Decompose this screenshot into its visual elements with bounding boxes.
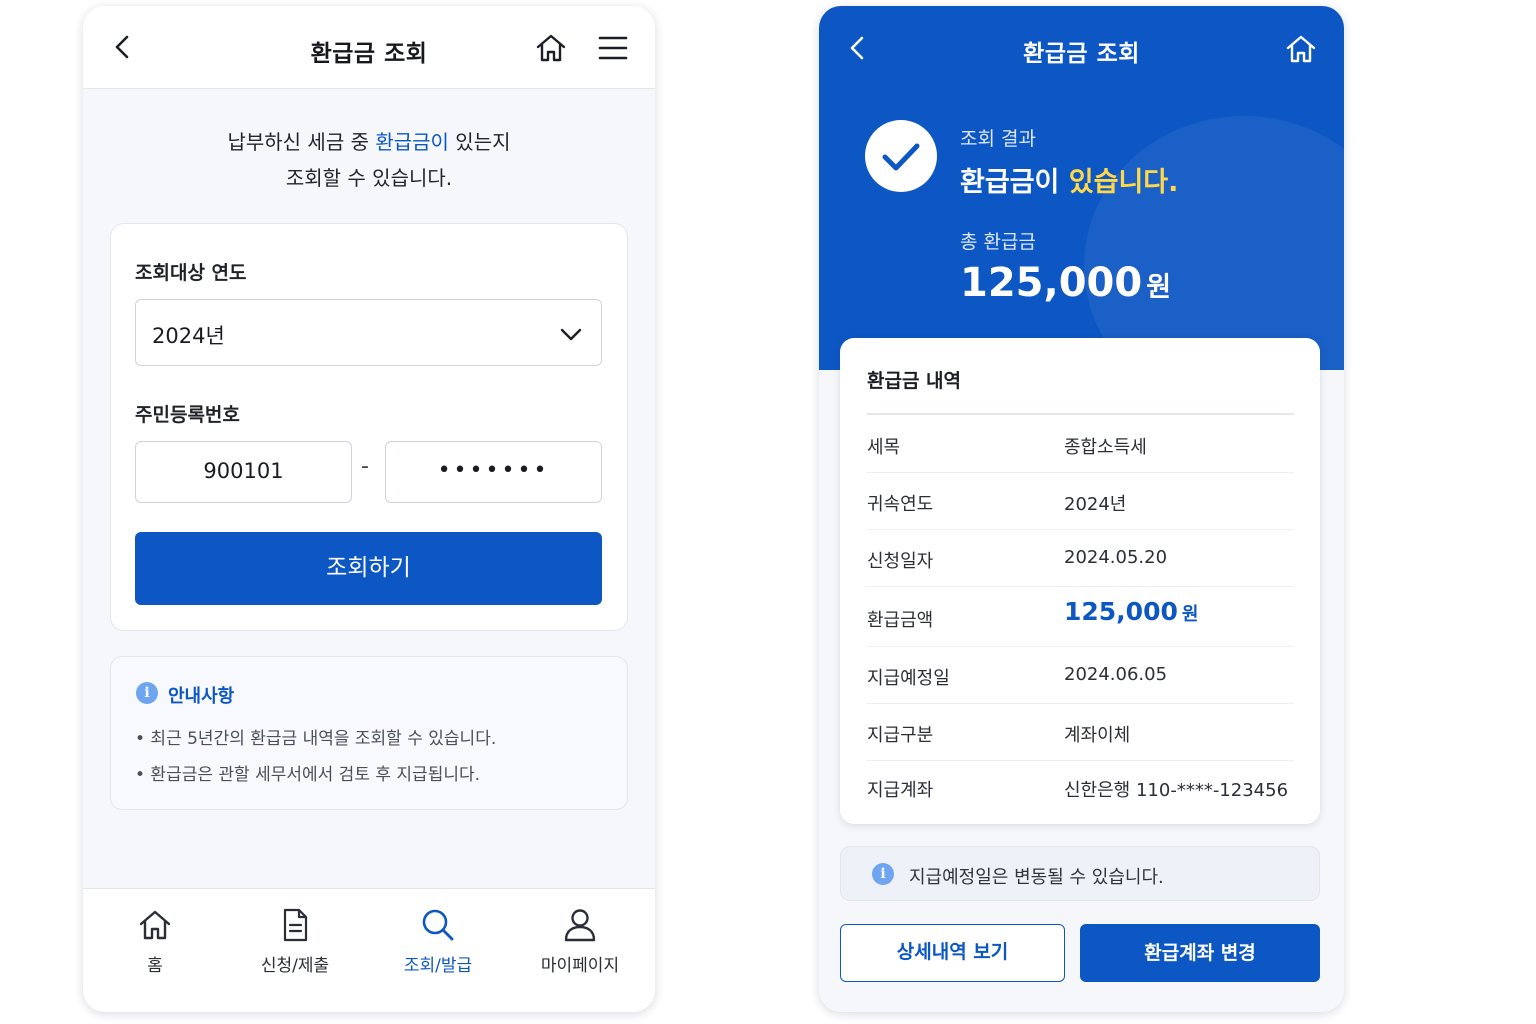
detail-value: 2024.06.05 <box>1064 664 1168 685</box>
chevron-down-icon <box>560 328 582 341</box>
result-label: 조회 결과 <box>960 128 1036 150</box>
id-back-input[interactable]: ••••••• <box>385 441 602 503</box>
intro-prefix: 납부하신 세금 중 <box>227 130 376 154</box>
id-separator: - <box>361 454 369 479</box>
amount-unit: 원 <box>1181 604 1199 625</box>
nav-item-inquiry[interactable]: 조회/발급 <box>368 907 508 976</box>
year-select-value: 2024년 <box>152 324 225 348</box>
year-select[interactable]: 2024년 <box>135 299 602 366</box>
detail-key: 신청일자 <box>867 551 934 572</box>
query-button[interactable]: 조회하기 <box>135 532 602 605</box>
home-icon <box>139 910 171 940</box>
change-account-button[interactable]: 환급계좌 변경 <box>1080 924 1320 982</box>
detail-value: 2024.05.20 <box>1064 547 1168 568</box>
divider <box>867 413 1294 415</box>
detail-key: 환급금액 <box>867 610 934 631</box>
detail-value: 계좌이체 <box>1064 725 1131 746</box>
detail-row: 지급예정일 2024.06.05 <box>867 647 1294 704</box>
detail-value: 종합소득세 <box>1064 437 1147 458</box>
nav-label: 조회/발급 <box>403 956 473 976</box>
info-icon: i <box>872 863 894 885</box>
document-icon <box>283 908 308 942</box>
notice-title: 안내사항 <box>168 686 235 707</box>
detail-title: 환급금 내역 <box>867 370 962 392</box>
nav-label: 신청/제출 <box>260 956 330 976</box>
result-highlight: 있습니다. <box>1068 167 1179 198</box>
result-hero: 환급금 조회 조회 결과 환급금이 있습니다. 총 환급금 125,000 원 <box>819 6 1344 370</box>
detail-row: 지급구분 계좌이체 <box>867 704 1294 761</box>
home-icon[interactable] <box>1285 33 1317 65</box>
home-icon[interactable] <box>535 32 567 64</box>
nav-label: 마이페이지 <box>540 956 620 976</box>
query-form-card: 조회대상 연도 2024년 주민등록번호 900101 - ••••••• 조회… <box>110 223 628 631</box>
year-label: 조회대상 연도 <box>135 262 247 284</box>
info-icon: i <box>136 682 158 704</box>
detail-row: 귀속연도 2024년 <box>867 473 1294 530</box>
detail-value: 2024년 <box>1064 494 1127 515</box>
refund-detail-card: 환급금 내역 세목 종합소득세 귀속연도 2024년 신청일자 2024.05.… <box>840 338 1320 824</box>
nav-item-mypage[interactable]: 마이페이지 <box>510 907 650 976</box>
detail-key: 세목 <box>867 437 901 458</box>
decorative-wave <box>1084 116 1344 370</box>
id-label: 주민등록번호 <box>135 404 240 426</box>
intro-line-2: 조회할 수 있습니다. <box>285 166 453 190</box>
notice-item: • 환급금은 관할 세무서에서 검토 후 지급됩니다. <box>135 765 481 785</box>
bottom-nav: 홈 신청/제출 조회/발급 마이페이지 <box>83 888 655 1012</box>
intro-suffix: 있는지 <box>448 130 511 154</box>
detail-row: 신청일자 2024.05.20 <box>867 530 1294 587</box>
refund-amount-value: 125,000 원 <box>1064 597 1198 626</box>
total-amount: 125,000 원 <box>960 260 1171 306</box>
page-title: 환급금 조회 <box>310 41 428 67</box>
notice-item: • 최근 5년간의 환급금 내역을 조회할 수 있습니다. <box>135 729 497 749</box>
detail-row: 세목 종합소득세 <box>867 416 1294 473</box>
notice-text: 지급예정일은 변동될 수 있습니다. <box>909 867 1164 888</box>
intro-text: 납부하신 세금 중 환급금이 있는지 조회할 수 있습니다. <box>83 124 655 196</box>
detail-value: 신한은행 110-****-123456 <box>1064 780 1289 801</box>
detail-key: 지급구분 <box>867 725 934 746</box>
intro-accent: 환급금이 <box>375 130 449 154</box>
result-message: 환급금이 있습니다. <box>960 160 1178 199</box>
intro-line-1: 납부하신 세금 중 환급금이 있는지 <box>83 124 655 160</box>
id-front-input[interactable]: 900101 <box>135 441 352 503</box>
detail-key: 지급예정일 <box>867 668 950 689</box>
search-icon <box>422 909 454 941</box>
detail-key: 지급계좌 <box>867 780 934 801</box>
total-amount-unit: 원 <box>1146 272 1172 303</box>
total-label: 총 환급금 <box>960 231 1036 253</box>
result-screen: 환급금 조회 조회 결과 환급금이 있습니다. 총 환급금 125,000 원 환… <box>819 6 1344 1012</box>
page-title: 환급금 조회 <box>1023 41 1140 67</box>
amount-number: 125,000 <box>1064 597 1178 626</box>
app-header: 환급금 조회 <box>83 6 655 89</box>
total-amount-value: 125,000 <box>960 260 1143 306</box>
notice-card: i 안내사항 • 최근 5년간의 환급금 내역을 조회할 수 있습니다. • 환… <box>110 656 628 810</box>
detail-row: 환급금액 125,000 원 <box>867 587 1294 647</box>
nav-item-home[interactable]: 홈 <box>85 907 225 976</box>
nav-label: 홈 <box>147 956 163 976</box>
check-icon <box>865 120 937 192</box>
view-detail-button[interactable]: 상세내역 보기 <box>840 924 1065 982</box>
detail-key: 귀속연도 <box>867 494 934 515</box>
result-prefix: 환급금이 <box>960 167 1069 198</box>
hamburger-menu-icon[interactable] <box>598 34 628 62</box>
detail-row: 지급계좌 신한은행 110-****-123456 <box>867 759 1294 816</box>
nav-item-apply[interactable]: 신청/제출 <box>225 907 365 976</box>
user-icon <box>564 909 596 942</box>
schedule-notice: i 지급예정일은 변동될 수 있습니다. <box>840 846 1320 901</box>
query-screen: 환급금 조회 납부하신 세금 중 환급금이 있는지 조회할 수 있습니다. 조회… <box>83 6 655 1012</box>
